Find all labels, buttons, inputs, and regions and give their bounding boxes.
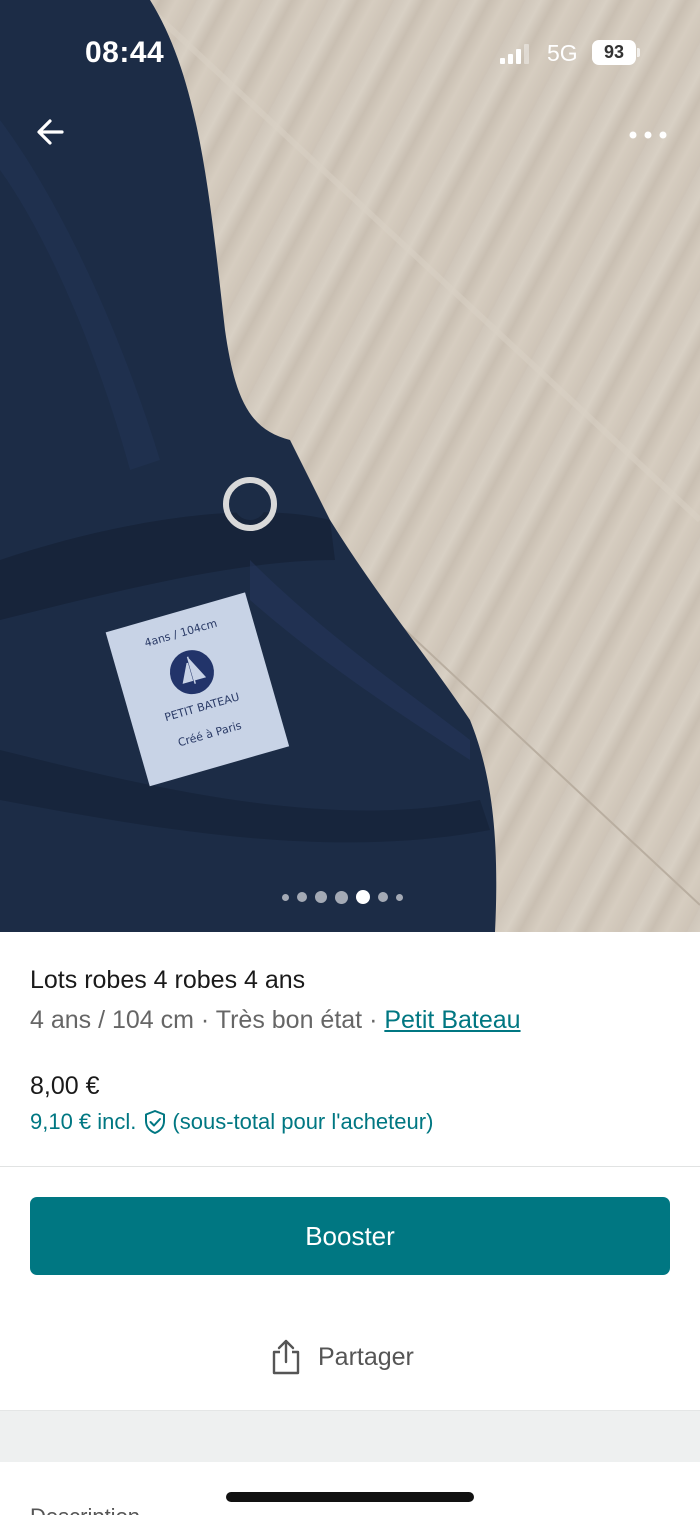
listing-meta: 4 ans / 104 cm · Très bon état · Petit B… — [30, 1006, 521, 1035]
network-type: 5G — [547, 40, 578, 66]
pagination-dot — [297, 892, 307, 902]
ellipsis-icon — [629, 131, 667, 139]
listing-price: 8,00 € — [30, 1072, 100, 1100]
buyer-price-note: (sous-total pour l'acheteur) — [172, 1109, 434, 1134]
pagination-dot — [378, 892, 388, 902]
photo-illustration: 4ans / 104cm PETIT BATEAU Créé à Paris — [0, 0, 700, 932]
battery-icon: 93 — [592, 40, 636, 65]
back-button[interactable] — [30, 112, 70, 152]
buyer-price[interactable]: 9,10 € incl. (sous-total pour l'acheteur… — [30, 1109, 433, 1135]
pagination-dot — [315, 891, 327, 903]
pagination-dot-active — [356, 890, 370, 904]
signal-icon — [500, 44, 529, 64]
listing-size: 4 ans / 104 cm — [30, 1006, 194, 1034]
battery-tip — [637, 48, 640, 57]
pagination-dot — [282, 893, 289, 901]
status-bar: 08:44 5G 93 — [0, 0, 700, 100]
listing-title: Lots robes 4 robes 4 ans — [30, 966, 306, 994]
listing-condition: Très bon état — [215, 1006, 363, 1034]
share-label: Partager — [318, 1342, 414, 1371]
product-photo[interactable]: 4ans / 104cm PETIT BATEAU Créé à Paris — [0, 0, 700, 932]
shield-check-icon — [145, 1110, 166, 1134]
gallery-pagination — [282, 888, 403, 906]
pagination-dot — [396, 893, 403, 901]
divider — [0, 1166, 700, 1167]
meta-separator: · — [362, 1006, 385, 1034]
home-indicator[interactable] — [226, 1492, 474, 1502]
arrow-left-icon — [37, 119, 64, 145]
pagination-dot — [335, 890, 348, 904]
booster-button[interactable]: Booster — [30, 1197, 670, 1275]
brand-link[interactable]: Petit Bateau — [384, 1006, 520, 1034]
buyer-price-value: 9,10 € incl. — [30, 1109, 137, 1134]
description-heading: Description — [30, 1504, 140, 1515]
share-button[interactable]: Partager — [270, 1332, 414, 1382]
meta-separator: · — [193, 1006, 216, 1034]
share-icon — [272, 1339, 300, 1375]
section-separator — [0, 1410, 700, 1462]
status-time: 08:44 — [85, 36, 165, 69]
more-options-button[interactable] — [624, 120, 672, 150]
